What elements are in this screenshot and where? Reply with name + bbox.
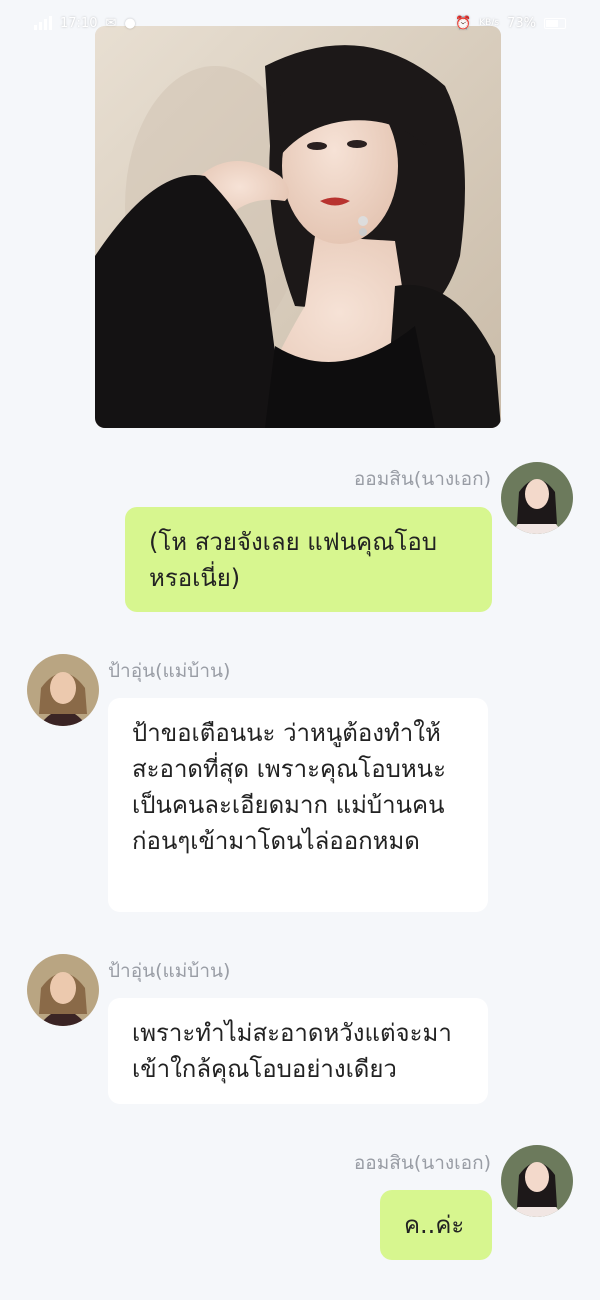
message-bubble[interactable]: ป้าขอเตือนนะ ว่าหนูต้องทำให้สะอาดที่สุด … (108, 698, 488, 912)
status-bar: 17:10 ✉ ● ⏰ KB/s 73% (0, 0, 600, 46)
user-avatar-icon (27, 654, 99, 726)
user-avatar-icon (501, 462, 573, 534)
avatar[interactable] (27, 954, 99, 1026)
sender-name: ป้าอุ่น(แม่บ้าน) (108, 960, 231, 982)
sender-name: ออมสิน(นางเอก) (353, 468, 491, 490)
net-speed: KB/s (479, 18, 500, 28)
message-bubble[interactable]: ค..ค่ะ (380, 1190, 492, 1260)
avatar[interactable] (501, 462, 573, 534)
sender-name: ป้าอุ่น(แม่บ้าน) (108, 660, 231, 682)
alarm-icon: ⏰ (455, 15, 472, 31)
chat-icon: ● (124, 15, 136, 31)
user-avatar-icon (501, 1145, 573, 1217)
portrait-photo-icon (95, 26, 501, 428)
avatar[interactable] (501, 1145, 573, 1217)
sender-name: ออมสิน(นางเอก) (353, 1152, 491, 1174)
signal-icon (34, 16, 52, 30)
shared-photo[interactable] (95, 26, 501, 428)
message-bubble[interactable]: เพราะทำไม่สะอาดหวังแต่จะมาเข้าใกล้คุณโอบ… (108, 998, 488, 1104)
status-left: 17:10 ✉ ● (34, 16, 136, 31)
status-time: 17:10 (60, 15, 98, 31)
battery-icon (544, 17, 566, 29)
user-avatar-icon (27, 954, 99, 1026)
message-bubble[interactable]: (โห สวยจังเลย แฟนคุณโอบหรอเนี่ย) (125, 507, 492, 612)
avatar[interactable] (27, 654, 99, 726)
notification-icon: ✉ (105, 15, 117, 31)
status-right: ⏰ KB/s 73% (455, 16, 566, 31)
battery-percent: 73% (507, 15, 536, 31)
